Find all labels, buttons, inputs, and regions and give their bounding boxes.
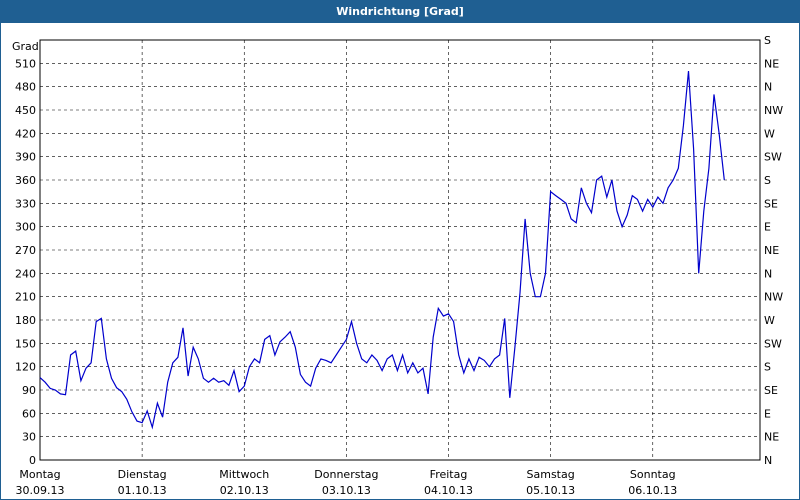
right-tick-label: NE xyxy=(764,431,779,444)
x-tick-date: 04.10.13 xyxy=(424,484,473,497)
x-tick-day: Samstag xyxy=(527,468,575,481)
x-tick-date: 30.09.13 xyxy=(16,484,65,497)
right-tick-label: N xyxy=(764,267,772,280)
y-tick-label: 150 xyxy=(15,337,36,350)
right-tick-label: E xyxy=(764,407,771,420)
y-tick-label: 90 xyxy=(22,384,36,397)
right-tick-label: S xyxy=(764,361,771,374)
y-axis-ticks: 0 30 60 90 120 150 180 210 240 270 300 330 360 390 420… xyxy=(15,57,36,467)
x-tick-date: 06.10.13 xyxy=(628,484,677,497)
y-tick-label: 0 xyxy=(29,454,36,467)
right-tick-label: NW xyxy=(764,291,783,304)
y-axis-label: Grad xyxy=(12,40,39,53)
x-tick-date: 01.10.13 xyxy=(118,484,167,497)
y-tick-label: 360 xyxy=(15,174,36,187)
y-tick-label: 30 xyxy=(22,431,36,444)
y-tick-label: 270 xyxy=(15,244,36,257)
y-tick-label: 210 xyxy=(15,291,36,304)
right-tick-label: NW xyxy=(764,104,783,117)
x-tick-day: Freitag xyxy=(430,468,468,481)
y-tick-label: 480 xyxy=(15,81,36,94)
x-tick-date: 05.10.13 xyxy=(526,484,575,497)
right-tick-label: NE xyxy=(764,244,779,257)
x-tick-date: 03.10.13 xyxy=(322,484,371,497)
right-tick-label: SW xyxy=(764,151,782,164)
y-tick-label: 240 xyxy=(15,267,36,280)
y-tick-label: 300 xyxy=(15,221,36,234)
x-axis-ticks: Montag 30.09.13 Dienstag 01.10.13 Mittwoch 02… xyxy=(16,468,678,497)
y-tick-label: 60 xyxy=(22,407,36,420)
x-tick-day: Montag xyxy=(19,468,60,481)
right-tick-label: SE xyxy=(764,197,778,210)
right-tick-label: W xyxy=(764,314,775,327)
y-tick-label: 120 xyxy=(15,361,36,374)
right-tick-label: SW xyxy=(764,337,782,350)
y-tick-label: 510 xyxy=(15,57,36,70)
y-tick-label: 390 xyxy=(15,151,36,164)
right-tick-label: S xyxy=(764,174,771,187)
x-tick-day: Mittwoch xyxy=(219,468,269,481)
y-tick-label: 420 xyxy=(15,127,36,140)
right-tick-label: W xyxy=(764,127,775,140)
y-tick-label: 450 xyxy=(15,104,36,117)
x-tick-day: Sonntag xyxy=(630,468,676,481)
x-tick-day: Donnerstag xyxy=(314,468,378,481)
right-tick-label: S xyxy=(764,34,771,47)
right-tick-label: NE xyxy=(764,57,779,70)
y-tick-label: 330 xyxy=(15,197,36,210)
x-tick-date: 02.10.13 xyxy=(220,484,269,497)
right-axis-ticks: N NE E SE S SW W NW N NE E SE S SW W NW N NE S xyxy=(764,34,783,467)
right-tick-label: E xyxy=(764,221,771,234)
y-tick-label: 180 xyxy=(15,314,36,327)
wind-direction-chart: 0 30 60 90 120 150 180 210 240 270 300 330 360 390 420… xyxy=(12,34,783,497)
right-tick-label: N xyxy=(764,454,772,467)
right-tick-label: N xyxy=(764,81,772,94)
x-tick-day: Dienstag xyxy=(118,468,167,481)
right-tick-label: SE xyxy=(764,384,778,397)
